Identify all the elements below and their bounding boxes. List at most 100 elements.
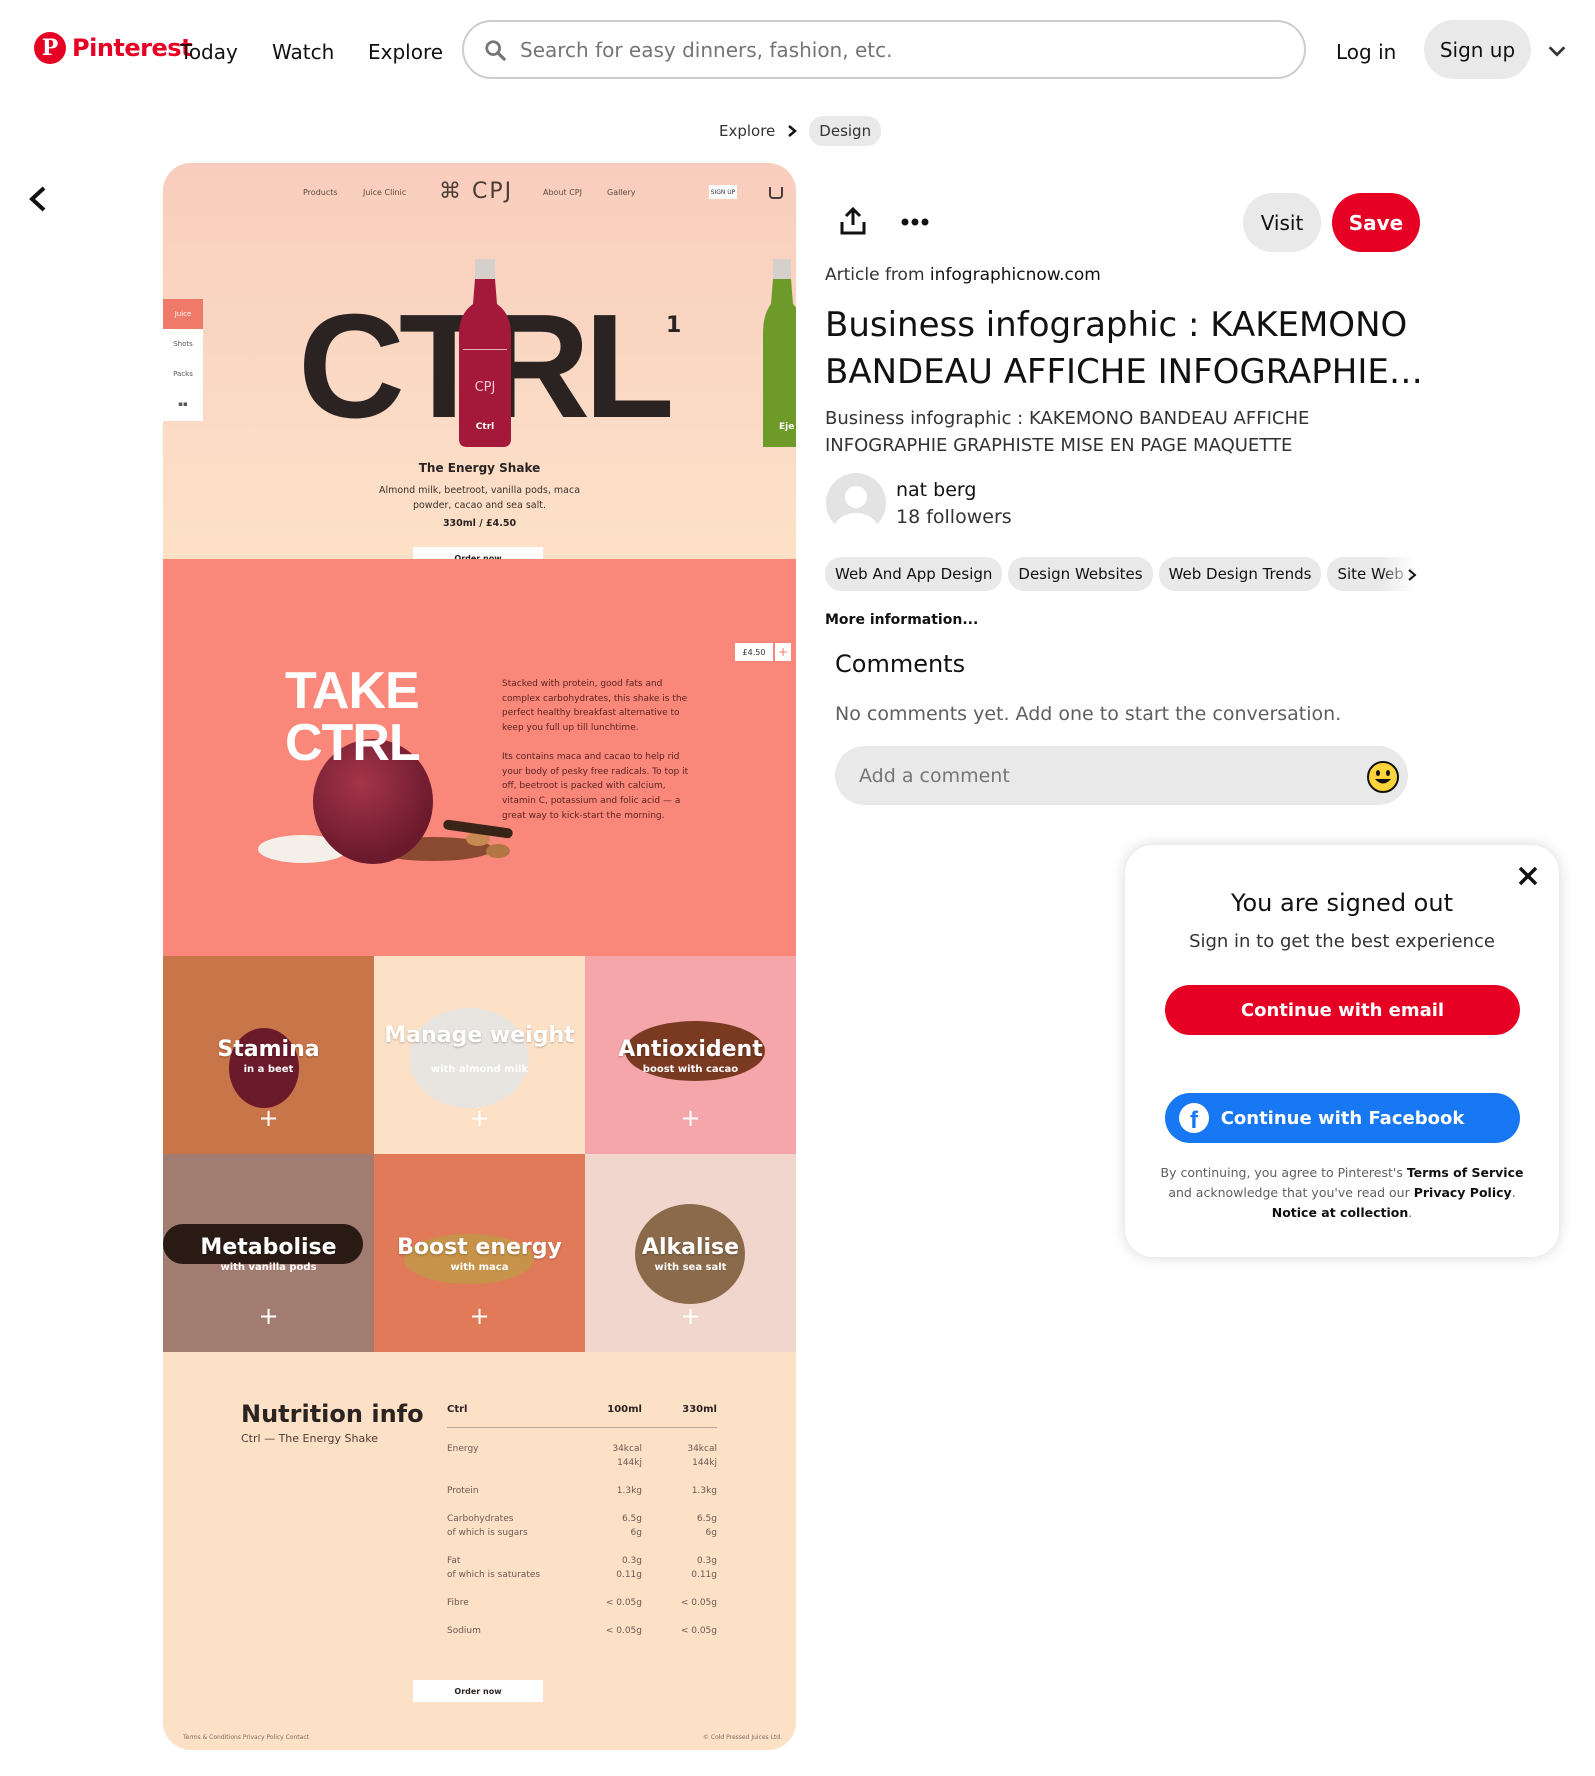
- share-icon[interactable]: [838, 206, 868, 236]
- visit-button[interactable]: Visit: [1243, 193, 1321, 252]
- take-ctrl-heading: TAKE CTRL: [285, 665, 421, 772]
- signed-out-dialog: You are signed out Sign in to get the be…: [1125, 845, 1559, 1257]
- pin-footer-copyright: © Cold Pressed Juices Ltd.: [702, 1734, 782, 1741]
- plus-icon: +: [258, 1302, 279, 1330]
- search-bar[interactable]: [462, 20, 1306, 79]
- notice-link[interactable]: Notice at collection: [1272, 1205, 1409, 1220]
- continue-with-facebook-button[interactable]: f Continue with Facebook: [1165, 1093, 1520, 1143]
- breadcrumb-design[interactable]: Design: [809, 116, 882, 146]
- pin-footer-links: Terms & Conditions Privacy Policy Contac…: [183, 1734, 309, 1741]
- pin-signup: SIGN UP: [709, 185, 737, 199]
- pin-nav-item: Products: [303, 188, 338, 197]
- nutrition-cell: 6.5g 6g: [696, 1514, 717, 1538]
- back-arrow-icon[interactable]: [26, 184, 50, 214]
- juice-bottle: CPJ Ctrl: [459, 259, 511, 447]
- benefit-title: Alkalise: [641, 1235, 740, 1260]
- nutrition-cell: Fat of which is saturates: [447, 1556, 541, 1580]
- author-name[interactable]: nat berg: [896, 479, 976, 501]
- shake-paragraph: Stacked with protein, good fats and comp…: [502, 679, 688, 734]
- nutrition-cell: 6.5g 6g: [621, 1514, 642, 1538]
- pin-hero-sup: 1: [666, 313, 682, 338]
- pinterest-logo[interactable]: P Pinterest: [34, 32, 193, 64]
- nav-watch[interactable]: Watch: [272, 40, 334, 64]
- plus-icon: +: [775, 643, 791, 661]
- nav-today[interactable]: Today: [180, 40, 238, 64]
- plus-icon: +: [258, 1104, 279, 1132]
- benefit-cell: Boost energy with maca +: [374, 1154, 585, 1352]
- benefit-cell: Metabolise with vanilla pods +: [163, 1154, 374, 1352]
- nutrition-cell: Protein: [447, 1486, 479, 1496]
- tag-pill[interactable]: Web Design Trends: [1158, 557, 1322, 591]
- plus-icon: +: [680, 1104, 701, 1132]
- privacy-link[interactable]: Privacy Policy: [1414, 1185, 1512, 1200]
- more-options-icon[interactable]: [900, 217, 930, 227]
- breadcrumb-explore[interactable]: Explore: [719, 122, 775, 140]
- ctrl-word: CTRL: [285, 714, 421, 772]
- chevron-down-icon[interactable]: [1546, 40, 1568, 62]
- nutrition-section: Nutrition info Ctrl — The Energy Shake C…: [163, 1352, 796, 1750]
- nutrition-cell: < 0.05g: [680, 1598, 717, 1608]
- plus-icon: +: [680, 1302, 701, 1330]
- benefit-sub: with sea salt: [654, 1262, 727, 1273]
- legal-part: and acknowledge that you've read our: [1168, 1185, 1414, 1200]
- author-followers: 18 followers: [896, 506, 1012, 528]
- shake-title: The Energy Shake: [418, 461, 541, 475]
- comment-input[interactable]: [859, 764, 1339, 787]
- login-button[interactable]: Log in: [1336, 40, 1396, 64]
- terms-link[interactable]: Terms of Service: [1407, 1165, 1524, 1180]
- benefit-title: Manage weight: [384, 1023, 575, 1048]
- benefit-title: Antioxident: [618, 1037, 763, 1062]
- basket-icon: [769, 187, 783, 199]
- pin-title: Business infographic : KAKEMONO BANDEAU …: [825, 305, 1423, 392]
- legal-part: .: [1511, 1185, 1516, 1200]
- pin-image[interactable]: Products Juice Clinic About CPJ Gallery …: [163, 163, 796, 1750]
- nutrition-cell: 0.3g 0.11g: [616, 1556, 642, 1580]
- pin-side-tab: Shots: [173, 340, 193, 348]
- comments-empty-text: No comments yet. Add one to start the co…: [835, 703, 1342, 725]
- more-information-link[interactable]: More information...: [825, 612, 978, 628]
- comment-box[interactable]: [835, 746, 1408, 805]
- nutrition-head-cell: Ctrl: [447, 1404, 468, 1415]
- signup-button[interactable]: Sign up: [1424, 20, 1531, 79]
- save-button[interactable]: Save: [1332, 193, 1420, 252]
- tag-pill[interactable]: Web And App Design: [825, 557, 1003, 591]
- pin-brand: ⌘ CPJ: [439, 179, 514, 204]
- benefit-title: Stamina: [217, 1037, 320, 1062]
- nutrition-cell: 0.3g 0.11g: [691, 1556, 717, 1580]
- nutrition-cell: Energy: [447, 1444, 479, 1454]
- search-input[interactable]: [520, 37, 1280, 62]
- emoji-icon[interactable]: [1366, 760, 1400, 794]
- dialog-title: You are signed out: [1231, 889, 1453, 917]
- nutrition-cell: 34kcal 144kj: [687, 1444, 717, 1468]
- benefits-grid: Stamina in a beet + Manage weight with a…: [163, 956, 796, 1352]
- bottle-label: Eje: [779, 422, 794, 432]
- benefit-cell: Antioxident boost with cacao +: [585, 956, 796, 1154]
- nutrition-header: Ctrl 100ml 330ml: [447, 1404, 717, 1428]
- tag-pill[interactable]: Design Websites: [1008, 557, 1153, 591]
- chevron-right-icon: [788, 125, 798, 137]
- article-link[interactable]: infographicnow.com: [930, 265, 1101, 285]
- nav-explore[interactable]: Explore: [368, 40, 443, 64]
- chevron-right-icon[interactable]: [1407, 568, 1417, 582]
- shake-paragraphs: Stacked with protein, good fats and comp…: [502, 677, 692, 823]
- pin-description: Business infographic : KAKEMONO BANDEAU …: [825, 408, 1310, 456]
- facebook-icon: f: [1179, 1103, 1209, 1133]
- pin-nav-item: Juice Clinic: [363, 188, 407, 197]
- continue-with-email-button[interactable]: Continue with email: [1165, 985, 1520, 1035]
- nutrition-row: Protein 1.3kg 1.3kg: [447, 1484, 717, 1498]
- benefit-cell: Stamina in a beet +: [163, 956, 374, 1154]
- pin-side-tabs: Juice Shots Packs ▪▪: [163, 299, 203, 421]
- benefit-sub: with vanilla pods: [220, 1262, 317, 1273]
- benefit-sub: with almond milk: [430, 1064, 529, 1075]
- benefit-cell: Alkalise with sea salt +: [585, 1154, 796, 1352]
- close-icon[interactable]: [1517, 865, 1539, 887]
- nutrition-cell: 1.3kg: [616, 1486, 642, 1496]
- benefit-title: Metabolise: [200, 1235, 337, 1260]
- shake-description: Almond milk, beetroot, vanilla pods, mac…: [378, 485, 581, 511]
- avatar[interactable]: [826, 473, 886, 533]
- nutrition-row: Carbohydrates of which is sugars 6.5g 6g 6…: [447, 1512, 717, 1540]
- article-prefix: Article from: [825, 265, 930, 285]
- benefit-cell: Manage weight with almond milk +: [374, 956, 585, 1154]
- legal-text: By continuing, you agree to Pinterest's …: [1155, 1163, 1529, 1223]
- default-avatar-icon: [834, 486, 878, 533]
